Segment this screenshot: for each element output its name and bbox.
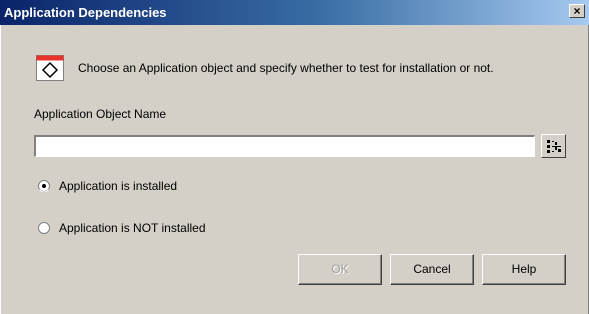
help-button[interactable]: Help — [482, 254, 566, 285]
radio-button-checked[interactable] — [38, 180, 50, 192]
radio-label-not-installed: Application is NOT installed — [59, 221, 206, 235]
radio-label-installed: Application is installed — [59, 179, 178, 193]
browse-tree-icon — [547, 140, 561, 153]
close-button[interactable]: × — [569, 4, 585, 18]
radio-button-unchecked[interactable] — [38, 222, 50, 234]
title-bar[interactable]: Application Dependencies × — [0, 0, 589, 25]
application-object-name-input[interactable] — [34, 135, 535, 157]
window-title: Application Dependencies — [4, 5, 167, 20]
application-object-icon — [36, 55, 64, 81]
application-object-name-label: Application Object Name — [34, 107, 167, 121]
ok-button[interactable]: OK — [298, 254, 382, 285]
browse-button[interactable] — [541, 134, 566, 158]
close-icon: × — [573, 4, 581, 18]
cancel-button[interactable]: Cancel — [390, 254, 474, 285]
instruction-text: Choose an Application object and specify… — [78, 61, 494, 75]
